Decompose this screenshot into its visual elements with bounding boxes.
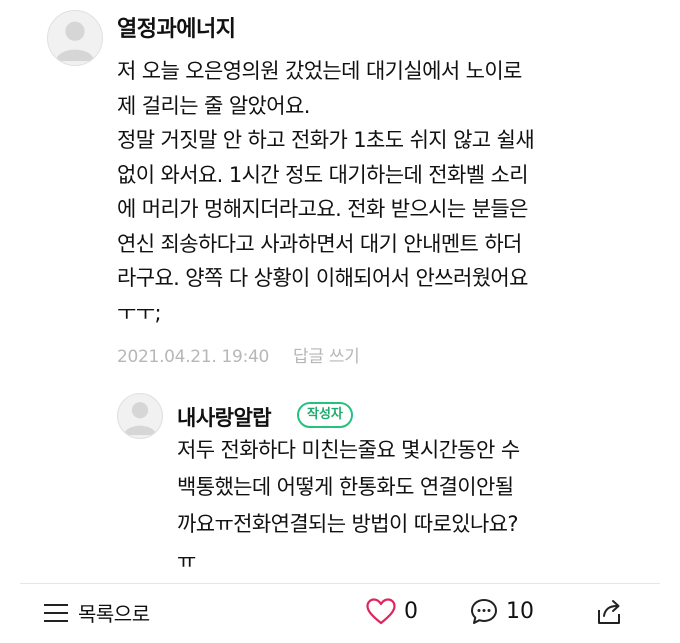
share-icon [598,600,620,624]
comment-timestamp: 2021.04.21. 19:40 [117,347,270,367]
reply-line: 백통했는데 어떻게 한통화도 연결이안될 [177,475,514,499]
share-button[interactable] [595,598,623,630]
reply-button[interactable]: 답글 쓰기 [293,347,360,367]
heart-icon [366,598,396,625]
comment-line: 에 머리가 멍해지더라고요. 전화 받으시는 분들은 [117,197,528,221]
comment-line: 정말 거짓말 안 하고 전화가 1초도 쉬지 않고 쉴새 [117,128,535,152]
reply-line: 까요ㅠ전화연결되는 방법이 따로있나요? [177,512,519,536]
reply-line: ㅠ [177,549,196,573]
comment-count-button[interactable]: 10 [470,598,534,625]
comment-bubble-icon [471,599,497,624]
comment-line: 연신 죄송하다고 사과하면서 대기 안내멘트 하더 [117,231,522,256]
like-count: 0 [404,599,418,624]
author-badge: 작성자 [297,402,353,428]
list-button-label: 목록으로 [78,602,150,626]
avatar[interactable] [47,10,103,66]
comment-count: 10 [506,599,534,624]
list-button[interactable]: 목록으로 [44,598,150,627]
comment-line: 라구요. 양쪽 다 상황이 이해되어서 안쓰러웠어요 [117,266,528,290]
reply-author[interactable]: 내사랑알랍 [177,402,272,432]
avatar[interactable] [117,393,163,439]
comment-line: ㅜㅜ; [117,300,162,325]
list-icon [44,603,68,622]
comment-meta: 2021.04.21. 19:40 답글 쓰기 [117,342,360,367]
default-avatar-icon [123,402,157,436]
comment-line: 없이 와서요. 1시간 정도 대기하는데 전화벨 소리 [117,162,529,187]
comment-line: 저 오늘 오은영의원 갔었는데 대기실에서 노이로 [117,59,522,83]
reply-body: 저두 전화하다 미친는줄요 몇시간동안 수 백통했는데 어떻게 한통화도 연결이… [177,432,617,580]
comment-author[interactable]: 열정과에너지 [117,11,236,43]
comment-line: 제 걸리는 줄 알았어요. [117,93,310,118]
default-avatar-icon [55,21,95,62]
comment-body: 저 오늘 오은영의원 갔었는데 대기실에서 노이로 제 걸리는 줄 알았어요. … [117,54,617,330]
like-button[interactable]: 0 [366,598,418,625]
reply-line: 저두 전화하다 미친는줄요 몇시간동안 수 [177,438,520,462]
bottom-toolbar: 목록으로 0 10 [0,584,680,643]
